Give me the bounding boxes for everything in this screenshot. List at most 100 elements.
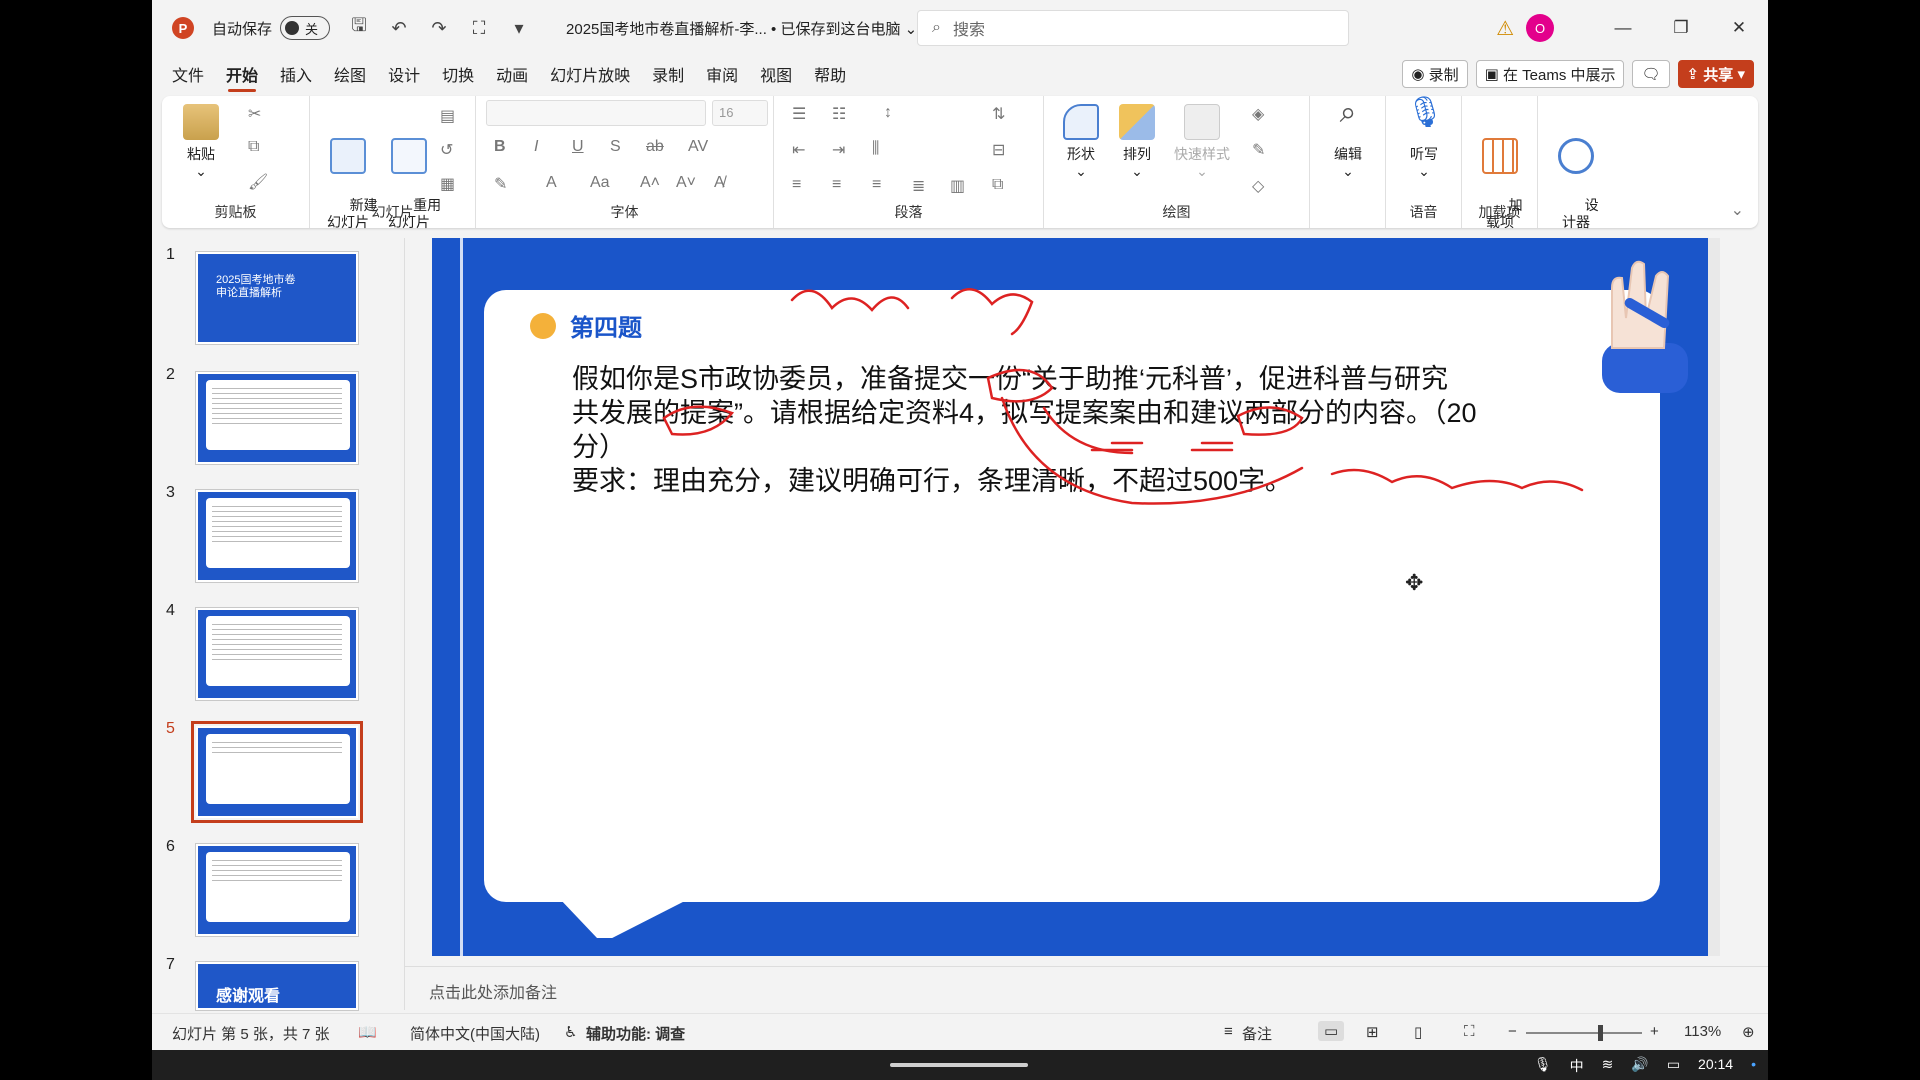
line-spacing-icon[interactable]: ↕ [884,104,892,122]
slide-thumbnail-3[interactable] [195,489,359,583]
language-indicator[interactable]: 简体中文(中国大陆) [410,1023,540,1044]
redo-icon[interactable]: ↷ [428,18,450,39]
reset-icon[interactable]: ↺ [440,140,453,160]
autosave-toggle[interactable]: 关 [280,16,331,40]
font-size-box[interactable]: 16 [712,100,768,126]
warning-icon[interactable]: ⚠ [1496,16,1514,41]
align-right-icon[interactable]: ≡ [872,176,881,194]
microphone-icon[interactable]: 🎙 [1534,1056,1552,1076]
arrange-button[interactable]: 排列 ⌄ [1112,104,1162,180]
wifi-icon[interactable]: ≋ [1602,1056,1614,1076]
slide-thumbnail-1[interactable]: 2025国考地市卷 申论直播解析 [195,251,359,345]
normal-view-icon[interactable]: ▭ [1318,1021,1345,1041]
bold-icon[interactable]: B [494,138,506,156]
tab-review[interactable]: 审阅 [706,62,738,86]
comments-button[interactable]: 🗨 [1632,60,1670,88]
slide-thumbnail-2[interactable] [195,371,359,465]
record-button[interactable]: ◉ 录制 [1402,60,1468,88]
italic-icon[interactable]: I [534,138,538,156]
notification-dot-icon[interactable]: • [1751,1056,1756,1076]
tab-record[interactable]: 录制 [652,62,684,86]
present-icon[interactable]: ⛶ [468,18,490,39]
numbering-icon[interactable]: ☷ [832,104,846,124]
text-direction-icon[interactable]: ⇅ [992,104,1005,124]
tab-design[interactable]: 设计 [388,62,420,86]
minimize-button[interactable]: — [1594,18,1652,38]
font-color-icon[interactable]: A [546,174,557,192]
reading-view-icon[interactable]: ▯ [1414,1023,1422,1041]
zoom-out-icon[interactable]: − [1508,1023,1517,1040]
shapes-button[interactable]: 形状 ⌄ [1056,104,1106,180]
change-case-icon[interactable]: Aa [590,174,610,192]
slide-thumbnail-6[interactable] [195,843,359,937]
tab-slideshow[interactable]: 幻灯片放映 [550,62,630,86]
customize-qat-icon[interactable]: ▾ [508,18,530,39]
slide-thumbnail-7[interactable]: 感谢观看 [195,961,359,1011]
align-text-icon[interactable]: ⊟ [992,140,1005,160]
accessibility-status[interactable]: 辅助功能: 调查 [586,1023,685,1044]
format-painter-icon[interactable]: 🖌 [248,172,268,192]
volume-icon[interactable]: 🔊 [1631,1056,1648,1076]
shape-fill-icon[interactable]: ◈ [1252,104,1264,124]
distributed-icon[interactable]: ▥ [950,176,965,196]
justify-icon[interactable]: ≣ [912,176,925,196]
close-button[interactable]: ✕ [1710,18,1768,38]
strikethrough-icon[interactable]: ab [646,138,664,156]
share-button[interactable]: ⇪ 共享 ▾ [1677,60,1754,88]
slide-thumbnail-5[interactable] [191,721,363,823]
increase-indent-icon[interactable]: ⇥ [832,140,845,160]
tab-draw[interactable]: 绘图 [334,62,366,86]
tab-insert[interactable]: 插入 [280,62,312,86]
section-icon[interactable]: ▦ [440,174,455,194]
smartart-icon[interactable]: ⧉ [992,176,1003,194]
char-spacing-icon[interactable]: AV [688,138,708,156]
undo-icon[interactable]: ↶ [388,18,410,39]
new-slide-button[interactable]: 新建 幻灯片 [318,104,378,248]
tab-file[interactable]: 文件 [172,62,204,86]
save-icon[interactable]: 🖫 [348,13,370,43]
editing-button[interactable]: ⌕ 编辑 ⌄ [1322,98,1374,180]
columns-icon[interactable]: ⫼ [872,140,879,158]
cut-icon[interactable]: ✂ [248,104,261,124]
battery-icon[interactable]: ▭ [1667,1056,1680,1076]
align-center-icon[interactable]: ≡ [832,176,841,194]
dictate-button[interactable]: 🎙 听写 ⌄ [1398,98,1450,180]
slide-count[interactable]: 幻灯片 第 5 张，共 7 张 [172,1023,330,1044]
decrease-font-icon[interactable]: A˅ [676,174,696,192]
highlight-icon[interactable]: ✎ [494,174,507,194]
clear-format-icon[interactable]: A̸ [714,174,725,192]
spellcheck-icon[interactable]: 📖 [358,1023,377,1041]
shape-outline-icon[interactable]: ✎ [1252,140,1265,160]
slide-editor[interactable]: 第四题 假如你是S市政协委员，准备提交一份“关于助推‘元科普’，促进科普与研究 … [432,238,1720,956]
tab-help[interactable]: 帮助 [814,62,846,86]
tab-home[interactable]: 开始 [226,62,258,92]
slide-thumbnail-4[interactable] [195,607,359,701]
current-slide[interactable]: 第四题 假如你是S市政协委员，准备提交一份“关于助推‘元科普’，促进科普与研究 … [432,238,1708,956]
shape-effects-icon[interactable]: ◇ [1252,176,1264,196]
underline-icon[interactable]: U [572,138,584,156]
font-name-box[interactable] [486,100,706,126]
ime-indicator[interactable]: 中 [1570,1056,1584,1076]
notes-toggle[interactable]: 备注 [1242,1023,1272,1044]
zoom-in-icon[interactable]: + [1650,1023,1659,1040]
tab-view[interactable]: 视图 [760,62,792,86]
slide-thumbnails-panel[interactable]: 1 2025国考地市卷 申论直播解析 2 3 4 5 6 7 感谢观看 [152,238,402,1011]
collapse-ribbon-icon[interactable]: ⌄ [1731,200,1744,220]
notes-pane[interactable]: 点击此处添加备注 [405,966,1768,1010]
clock[interactable]: 20:14 [1698,1056,1733,1076]
quick-styles-button[interactable]: 快速样式 ⌄ [1170,104,1234,180]
zoom-level[interactable]: 113% [1684,1023,1721,1040]
panel-divider[interactable] [404,238,405,1010]
zoom-slider[interactable] [1526,1025,1642,1041]
avatar[interactable]: O [1526,14,1554,42]
align-left-icon[interactable]: ≡ [792,176,801,194]
shadow-icon[interactable]: S [610,138,621,156]
tab-transitions[interactable]: 切换 [442,62,474,86]
tab-animations[interactable]: 动画 [496,62,528,86]
increase-font-icon[interactable]: A˄ [640,174,660,192]
designer-button[interactable]: 设 计器 [1550,104,1602,248]
layout-icon[interactable]: ▤ [440,106,455,126]
taskbar-handle[interactable] [890,1063,1028,1067]
document-title[interactable]: 2025国考地市卷直播解析-李... • 已保存到这台电脑 ⌄ [566,18,917,39]
teams-present-button[interactable]: ▣ 在 Teams 中展示 [1475,60,1625,88]
